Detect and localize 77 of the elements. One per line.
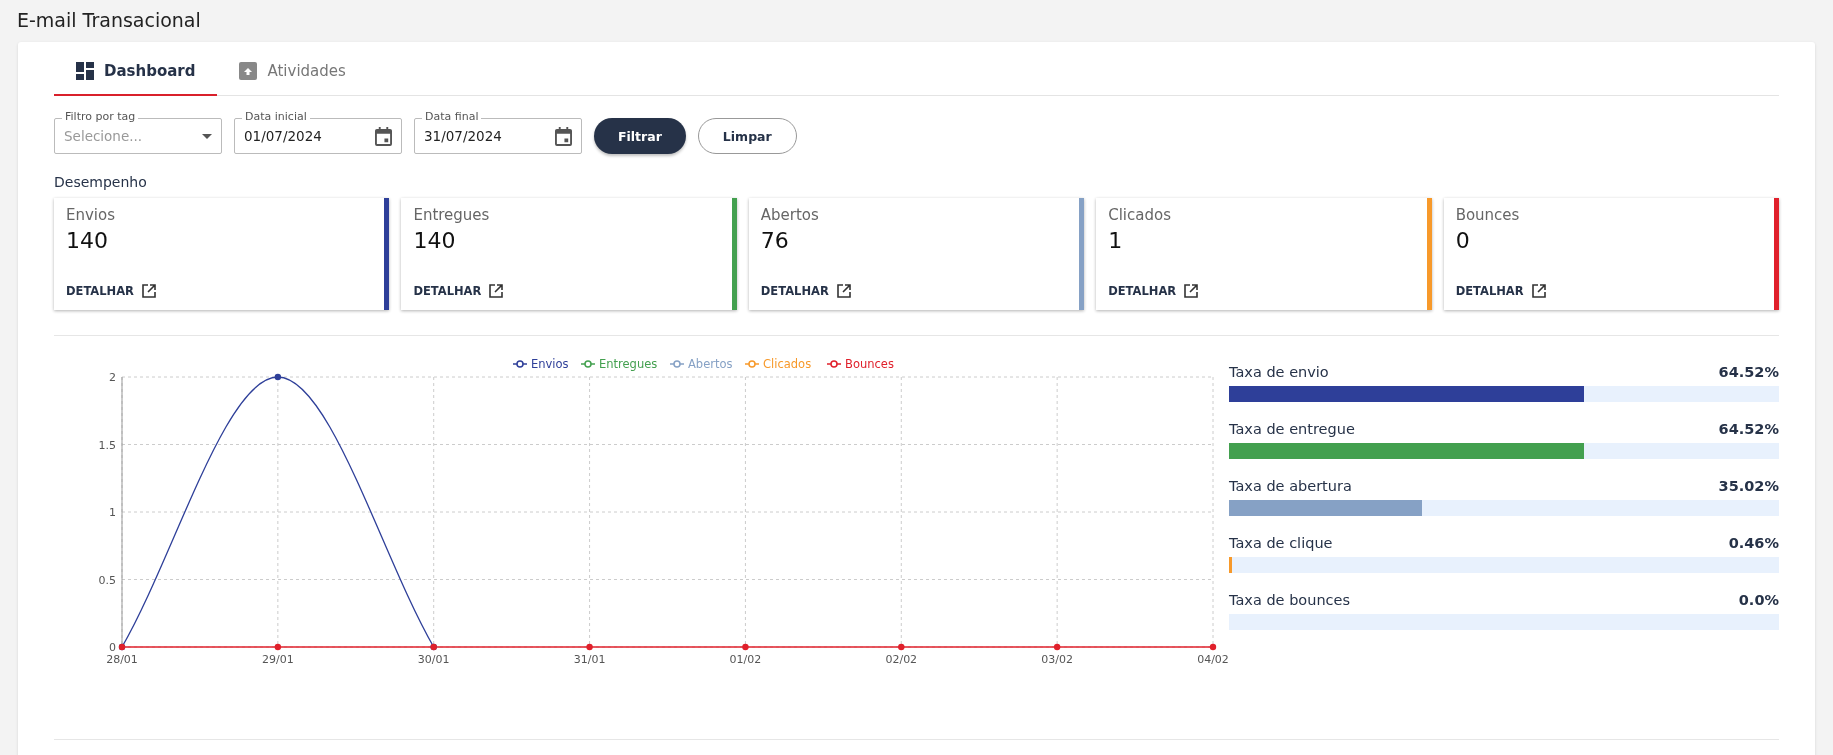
metric-value: 0	[1455, 228, 1471, 253]
x-axis-label: 29/01	[262, 653, 294, 666]
tag-select[interactable]: Filtro por tag Selecione...	[54, 110, 222, 154]
rate-label: Taxa de envio	[1229, 364, 1329, 380]
legend-label: Envios	[531, 357, 569, 371]
y-axis-label: 0.5	[98, 573, 116, 587]
metric-label: Clicados	[1108, 206, 1172, 224]
dashboard-icon	[76, 62, 94, 80]
external-link-icon	[141, 284, 156, 298]
x-axis-label: 03/02	[1041, 653, 1073, 666]
x-axis-label: 01/02	[729, 653, 762, 666]
caret-icon	[202, 133, 212, 139]
y-axis-label: 2	[109, 371, 116, 384]
legend-label: Bounces	[845, 357, 894, 371]
metric-label: Bounces	[1455, 206, 1521, 224]
metric-label: Envios	[66, 206, 117, 224]
metric-label: Abertos	[760, 206, 820, 224]
detail-link[interactable]: DETALHAR	[760, 284, 851, 298]
x-axis-label: 02/02	[885, 653, 918, 666]
data-point	[274, 373, 282, 381]
detail-link[interactable]: DETALHAR	[1455, 284, 1546, 298]
clear-button[interactable]: Limpar	[697, 118, 797, 154]
detail-link[interactable]: DETALHAR	[1108, 284, 1199, 298]
x-axis-label: 30/01	[417, 653, 450, 666]
data-point	[1053, 643, 1061, 651]
field-label: Filtro por tag	[62, 110, 139, 123]
rate-value: 35.02%	[1718, 478, 1779, 494]
detail-link[interactable]: DETALHAR	[413, 284, 504, 298]
x-axis-label: 04/02	[1197, 653, 1229, 666]
y-axis-label: 1.5	[98, 438, 116, 452]
tab[interactable]: Atividades	[217, 52, 368, 96]
rate-label: Taxa de abertura	[1229, 478, 1352, 494]
date-input[interactable]: 31/07/2024	[424, 128, 534, 144]
rate-value: 64.52%	[1718, 364, 1779, 380]
metric-value: 76	[760, 228, 790, 253]
legend-label: Clicados	[763, 357, 812, 371]
metric-value: 140	[66, 228, 109, 253]
metric-value: 140	[413, 228, 457, 253]
rate-value: 0.46%	[1728, 535, 1779, 551]
metric-label: Entregues	[413, 206, 491, 224]
page-title: E-mail Transacional	[16, 8, 202, 33]
external-link-icon	[1184, 284, 1199, 298]
tag-input[interactable]: Selecione...	[64, 128, 174, 144]
x-axis-label: 28/01	[106, 653, 138, 666]
legend-item[interactable]: Envios	[512, 357, 569, 371]
legend-item[interactable]: Bounces	[826, 357, 894, 371]
legend-label: Entregues	[599, 357, 658, 371]
field-label: Data final	[422, 110, 482, 123]
y-axis-label: 0	[109, 641, 116, 654]
date-field[interactable]: Data final 31/07/2024	[414, 110, 582, 154]
section-title: Desempenho	[54, 173, 148, 192]
tab[interactable]: Dashboard	[54, 52, 218, 96]
field-label: Data inicial	[242, 110, 310, 123]
metric-value: 1	[1108, 228, 1124, 253]
calendar-icon[interactable]	[375, 126, 392, 146]
date-input[interactable]: 01/07/2024	[244, 128, 354, 144]
external-link-icon	[836, 284, 851, 298]
rate-label: Taxa de bounces	[1229, 592, 1351, 608]
data-point	[742, 643, 749, 651]
x-axis-label: 31/01	[573, 653, 606, 666]
rate-label: Taxa de entregue	[1229, 421, 1355, 437]
rate-label: Taxa de clique	[1229, 535, 1333, 551]
detail-link[interactable]: DETALHAR	[66, 284, 156, 298]
y-axis-label: 1	[109, 506, 116, 519]
data-point	[274, 643, 282, 651]
filter-button[interactable]: Filtrar	[594, 118, 686, 154]
data-point	[1209, 643, 1217, 651]
upload-box-icon	[239, 62, 258, 80]
external-link-icon	[489, 284, 504, 298]
data-point	[898, 643, 905, 651]
calendar-icon[interactable]	[555, 126, 572, 146]
legend-label: Abertos	[688, 357, 733, 371]
rate-value: 64.52%	[1718, 421, 1779, 437]
rate-value: 0.0%	[1738, 592, 1779, 608]
external-link-icon	[1531, 284, 1546, 298]
date-field[interactable]: Data inicial 01/07/2024	[234, 110, 402, 154]
data-point	[586, 643, 593, 651]
